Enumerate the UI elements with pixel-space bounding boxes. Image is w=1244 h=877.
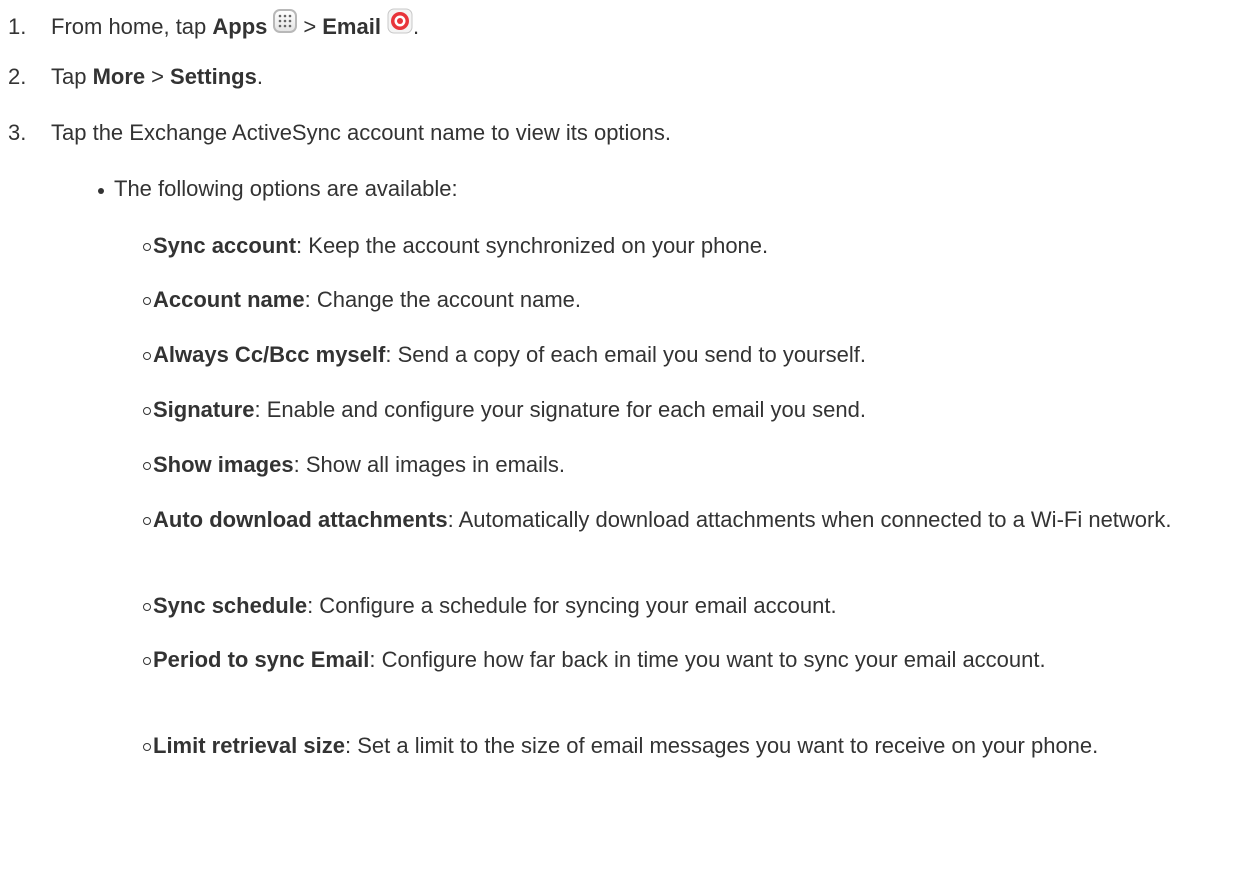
step-suffix: . xyxy=(412,14,420,39)
step-number: 1. xyxy=(8,14,27,39)
option-term: Limit retrieval size xyxy=(153,733,345,758)
circle-bullet xyxy=(143,407,151,415)
option-desc: : Show all images in emails. xyxy=(293,452,566,477)
option-item: Signature: Enable and configure your sig… xyxy=(143,395,1226,425)
circle-bullet xyxy=(143,517,151,525)
option-desc: : Configure how far back in time you wan… xyxy=(369,647,1046,672)
step-text: From home, tap Apps > Email . xyxy=(51,8,420,40)
option-term: Signature xyxy=(153,397,255,422)
options-intro-text: The following options are available: xyxy=(114,176,458,201)
circle-bullet xyxy=(143,657,151,665)
option-term: Period to sync Email xyxy=(153,647,370,672)
option-item: Sync schedule: Configure a schedule for … xyxy=(143,591,1226,621)
option-desc: : Enable and configure your signature fo… xyxy=(254,397,866,422)
bullet-dot xyxy=(98,188,104,194)
settings-label: Settings xyxy=(170,64,257,89)
more-label: More xyxy=(92,64,146,89)
option-desc: : Automatically download attachments whe… xyxy=(447,507,1172,532)
step-suffix: . xyxy=(256,64,263,89)
step-3: 3. Tap the Exchange ActiveSync account n… xyxy=(0,120,1244,160)
circle-bullet xyxy=(143,603,151,611)
step-2: 2. Tap More > Settings . xyxy=(0,64,1244,104)
option-term: Always Cc/Bcc myself xyxy=(153,342,386,367)
option-desc: : Keep the account synchronized on your … xyxy=(296,233,769,258)
step-number: 3. xyxy=(8,120,27,145)
email-label: Email xyxy=(322,14,381,39)
step-prefix: From home, tap xyxy=(51,14,213,39)
options-intro: The following options are available: xyxy=(98,176,458,202)
separator: > xyxy=(151,64,165,89)
circle-bullet xyxy=(143,297,151,305)
circle-bullet xyxy=(143,243,151,251)
option-item: Account name: Change the account name. xyxy=(143,285,1226,315)
option-item: Period to sync Email: Configure how far … xyxy=(143,645,1226,675)
option-item: Sync account: Keep the account synchroni… xyxy=(143,231,1226,261)
circle-bullet xyxy=(143,352,151,360)
step-text: Tap More > Settings . xyxy=(51,64,263,90)
option-item: Limit retrieval size: Set a limit to the… xyxy=(143,731,1226,761)
apps-grid-icon xyxy=(273,9,298,33)
option-desc: : Change the account name. xyxy=(304,287,582,312)
option-term: Sync schedule xyxy=(153,593,308,618)
circle-bullet xyxy=(143,743,151,751)
option-desc: : Set a limit to the size of email messa… xyxy=(344,733,1099,758)
option-term: Auto download attachments xyxy=(153,507,448,532)
option-term: Sync account xyxy=(153,233,297,258)
separator: > xyxy=(303,14,317,39)
circle-bullet xyxy=(143,462,151,470)
step-text: Tap the Exchange ActiveSync account name… xyxy=(51,120,672,145)
option-desc: : Configure a schedule for syncing your … xyxy=(307,593,837,618)
step-prefix: Tap xyxy=(51,64,93,89)
option-item: Show images: Show all images in emails. xyxy=(143,450,1226,480)
option-desc: : Send a copy of each email you send to … xyxy=(385,342,866,367)
step-1: 1. From home, tap Apps > Email . xyxy=(0,0,1244,40)
option-item: Auto download attachments: Automatically… xyxy=(143,505,1226,535)
option-term: Show images xyxy=(153,452,294,477)
option-item: Always Cc/Bcc myself: Send a copy of eac… xyxy=(143,340,1226,370)
email-app-icon xyxy=(387,8,413,34)
option-term: Account name xyxy=(153,287,305,312)
step-number: 2. xyxy=(8,64,27,89)
apps-label: Apps xyxy=(212,14,268,39)
